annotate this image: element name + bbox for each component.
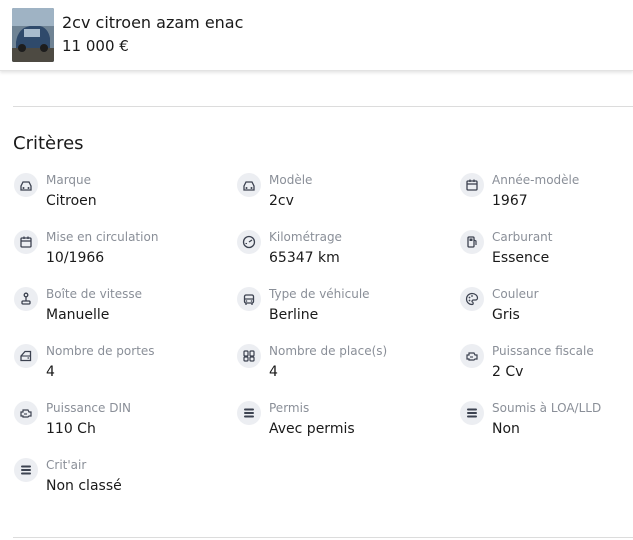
criterion-value: Berline <box>269 307 319 323</box>
listing-header: 2cv citroen azam enac 11 000 € <box>0 0 633 71</box>
criterion-label: Boîte de vitesse <box>46 287 143 301</box>
criterion-label: Nombre de portes <box>46 344 155 358</box>
engine-icon <box>14 401 38 425</box>
criterion-item: Type de véhicule Berline <box>237 287 447 331</box>
criterion-label: Permis <box>269 401 310 415</box>
criterion-item: Permis Avec permis <box>237 401 447 445</box>
criterion-value: 1967 <box>492 193 528 209</box>
speedometer-icon <box>237 230 261 254</box>
criterion-item: Modèle 2cv <box>237 173 447 217</box>
criterion-item: Mise en circulation 10/1966 <box>14 230 224 274</box>
criterion-label: Année-modèle <box>492 173 580 187</box>
listing-thumbnail[interactable] <box>12 8 54 62</box>
criterion-label: Modèle <box>269 173 313 187</box>
criterion-label: Couleur <box>492 287 539 301</box>
criterion-item: Boîte de vitesse Manuelle <box>14 287 224 331</box>
criterion-value: 2 Cv <box>492 364 524 380</box>
criterion-label: Nombre de place(s) <box>269 344 388 358</box>
criterion-item: Puissance DIN 110 Ch <box>14 401 224 445</box>
vehicle-front-icon <box>237 287 261 311</box>
car-door-icon <box>14 344 38 368</box>
palette-icon <box>460 287 484 311</box>
list-icon <box>460 401 484 425</box>
criterion-item: Puissance fiscale 2 Cv <box>460 344 633 388</box>
section-title: Critères <box>13 133 84 154</box>
criterion-item: Crit'air Non classé <box>14 458 224 502</box>
listing-title: 2cv citroen azam enac <box>62 13 244 32</box>
list-icon <box>14 458 38 482</box>
listing-price: 11 000 € <box>62 37 129 55</box>
criterion-value: Non classé <box>46 478 122 494</box>
criterion-item: Kilométrage 65347 km <box>237 230 447 274</box>
calendar-icon <box>460 173 484 197</box>
criterion-item: Couleur Gris <box>460 287 633 331</box>
criterion-value: Non <box>492 421 520 437</box>
section-divider <box>13 106 633 107</box>
criterion-label: Carburant <box>492 230 553 244</box>
seats-icon <box>237 344 261 368</box>
calendar-icon <box>14 230 38 254</box>
criterion-label: Marque <box>46 173 92 187</box>
criterion-value: Avec permis <box>269 421 355 437</box>
criterion-item: Carburant Essence <box>460 230 633 274</box>
criterion-label: Kilométrage <box>269 230 342 244</box>
criterion-value: 4 <box>269 364 278 380</box>
criterion-label: Crit'air <box>46 458 87 472</box>
criterion-value: 4 <box>46 364 55 380</box>
criterion-label: Mise en circulation <box>46 230 159 244</box>
criterion-value: Gris <box>492 307 520 323</box>
criterion-value: 65347 km <box>269 250 340 266</box>
criterion-label: Type de véhicule <box>269 287 370 301</box>
criterion-item: Nombre de portes 4 <box>14 344 224 388</box>
gear-shift-icon <box>14 287 38 311</box>
criterion-item: Année-modèle 1967 <box>460 173 633 217</box>
criterion-value: Essence <box>492 250 550 266</box>
criterion-value: 10/1966 <box>46 250 105 266</box>
section-divider <box>13 537 633 538</box>
criterion-label: Puissance DIN <box>46 401 131 415</box>
car-icon <box>14 173 38 197</box>
criterion-label: Soumis à LOA/LLD <box>492 401 602 415</box>
criterion-item: Marque Citroen <box>14 173 224 217</box>
criterion-value: 2cv <box>269 193 294 209</box>
criterion-value: Citroen <box>46 193 97 209</box>
fuel-pump-icon <box>460 230 484 254</box>
engine-icon <box>460 344 484 368</box>
criterion-item: Nombre de place(s) 4 <box>237 344 447 388</box>
criterion-value: Manuelle <box>46 307 110 323</box>
criterion-value: 110 Ch <box>46 421 96 437</box>
criterion-item: Soumis à LOA/LLD Non <box>460 401 633 445</box>
car-icon <box>237 173 261 197</box>
list-icon <box>237 401 261 425</box>
criterion-label: Puissance fiscale <box>492 344 594 358</box>
